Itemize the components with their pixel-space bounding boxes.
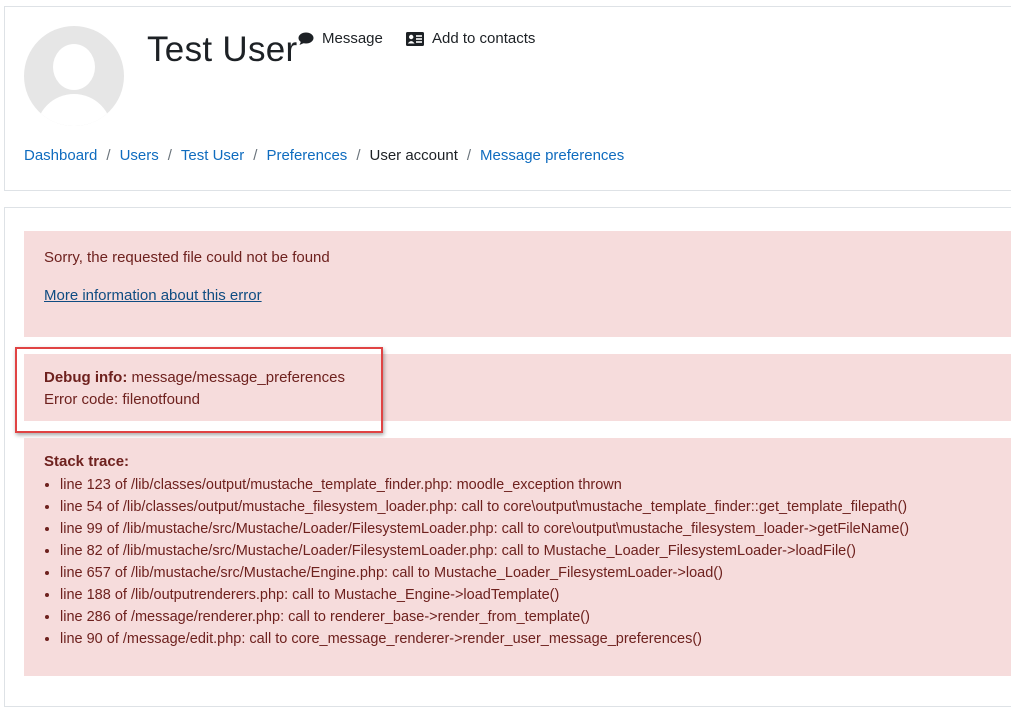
stack-trace-line: line 123 of /lib/classes/output/mustache… bbox=[60, 474, 909, 496]
breadcrumb-users[interactable]: Users bbox=[120, 147, 159, 164]
breadcrumb-separator: / bbox=[167, 147, 172, 164]
avatar-shoulders bbox=[36, 94, 112, 126]
error-alert: Sorry, the requested file could not be f… bbox=[24, 231, 1011, 337]
speech-bubble-icon bbox=[298, 32, 314, 46]
annotation-highlight-box bbox=[15, 347, 383, 433]
breadcrumb-message-preferences[interactable]: Message preferences bbox=[480, 147, 624, 164]
stack-trace-list: line 123 of /lib/classes/output/mustache… bbox=[44, 474, 909, 650]
breadcrumb-separator: / bbox=[253, 147, 258, 164]
stack-trace-line: line 657 of /lib/mustache/src/Mustache/E… bbox=[60, 562, 909, 584]
address-card-icon bbox=[406, 31, 424, 46]
message-button[interactable]: Message bbox=[298, 30, 383, 47]
user-name: Test User bbox=[147, 30, 298, 69]
breadcrumb-test-user[interactable]: Test User bbox=[181, 147, 244, 164]
breadcrumb-dashboard[interactable]: Dashboard bbox=[24, 147, 97, 164]
message-label: Message bbox=[322, 30, 383, 47]
stack-trace-line: line 99 of /lib/mustache/src/Mustache/Lo… bbox=[60, 518, 909, 540]
add-to-contacts-label: Add to contacts bbox=[432, 30, 536, 47]
stack-trace-alert: Stack trace: line 123 of /lib/classes/ou… bbox=[24, 438, 1011, 676]
stack-trace-line: line 286 of /message/renderer.php: call … bbox=[60, 606, 909, 628]
stack-trace-line: line 82 of /lib/mustache/src/Mustache/Lo… bbox=[60, 540, 909, 562]
stack-trace-line: line 54 of /lib/classes/output/mustache_… bbox=[60, 496, 909, 518]
stack-trace-line: line 188 of /lib/outputrenderers.php: ca… bbox=[60, 584, 909, 606]
stack-trace-title: Stack trace: bbox=[44, 453, 130, 470]
breadcrumb-separator: / bbox=[106, 147, 111, 164]
avatar-head bbox=[53, 44, 95, 90]
breadcrumb: Dashboard / Users / Test User / Preferen… bbox=[24, 147, 624, 164]
user-avatar[interactable] bbox=[24, 26, 124, 126]
breadcrumb-separator: / bbox=[466, 147, 472, 164]
error-message: Sorry, the requested file could not be f… bbox=[44, 249, 330, 266]
breadcrumb-separator: / bbox=[356, 147, 361, 164]
add-to-contacts-button[interactable]: Add to contacts bbox=[406, 30, 535, 47]
stack-trace-line: line 90 of /message/edit.php: call to co… bbox=[60, 628, 909, 650]
breadcrumb-preferences[interactable]: Preferences bbox=[266, 147, 347, 164]
breadcrumb-user-account: User account bbox=[369, 147, 458, 164]
more-info-link[interactable]: More information about this error bbox=[44, 287, 262, 304]
